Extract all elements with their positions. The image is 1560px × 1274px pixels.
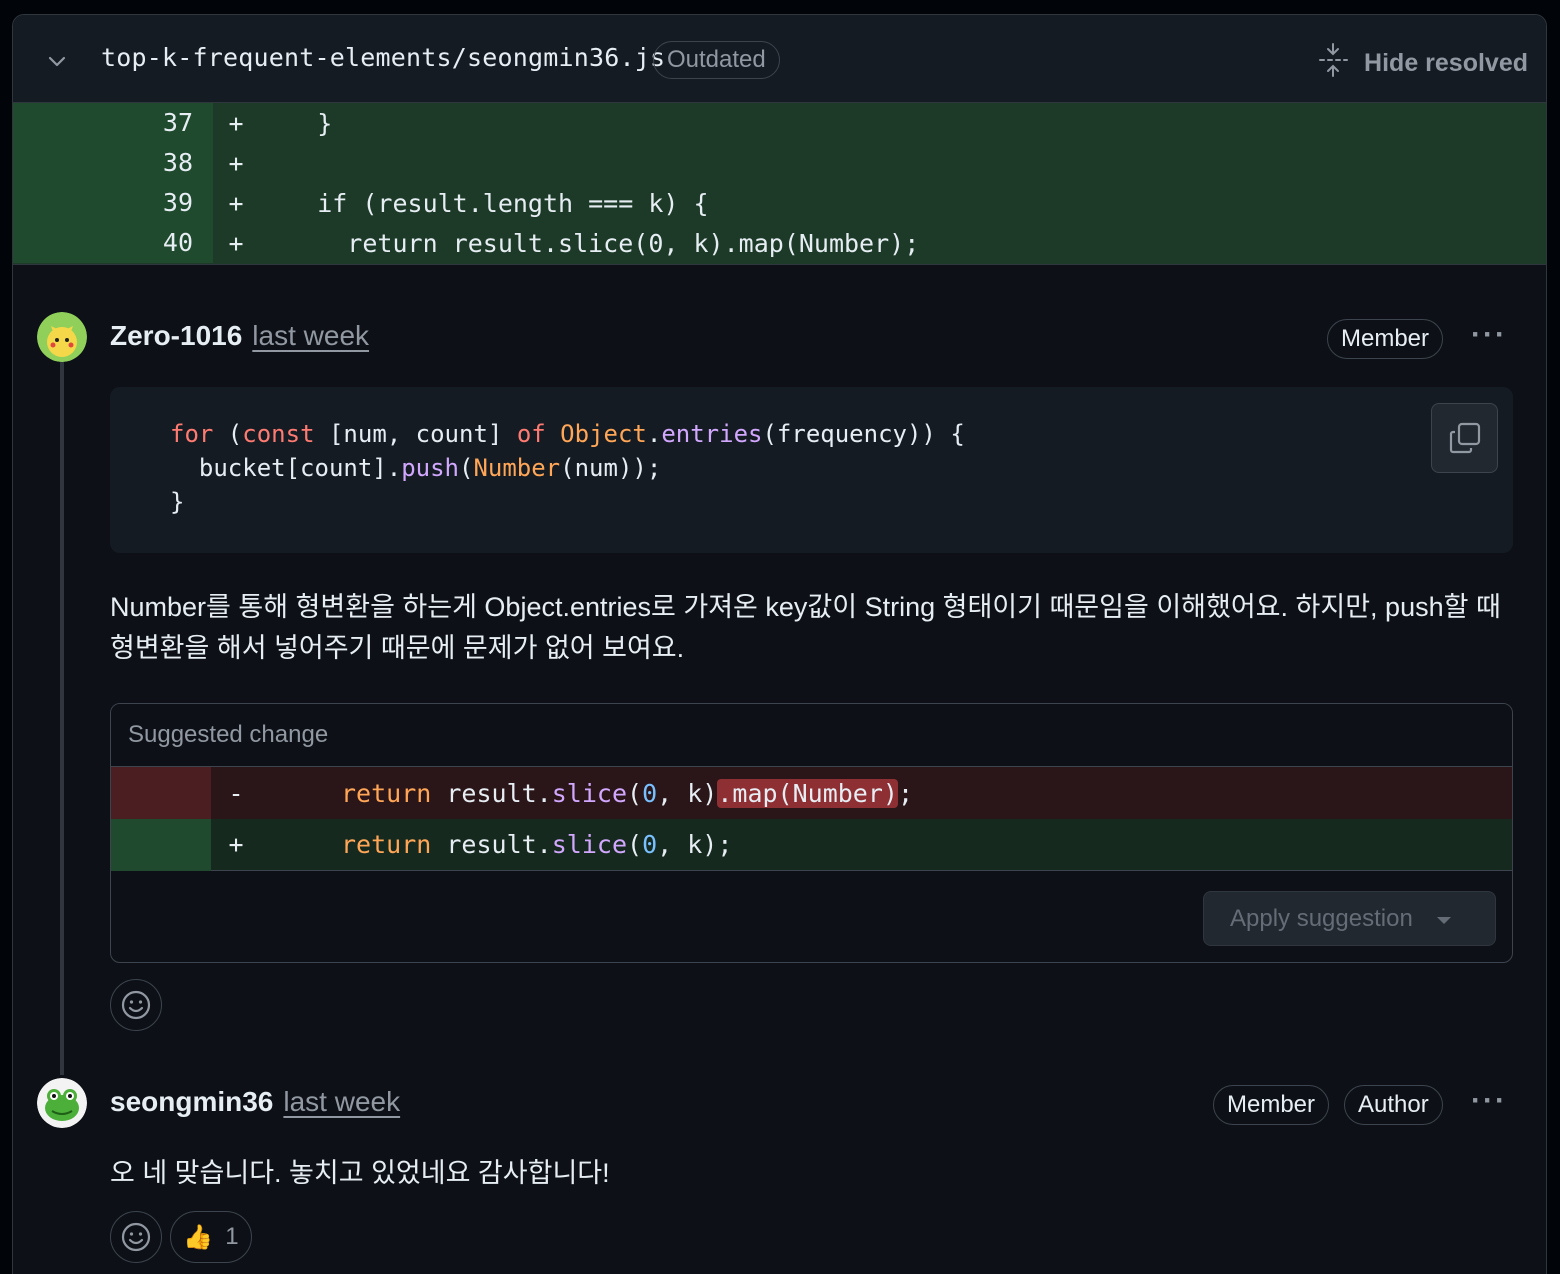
timeline-connector — [60, 345, 64, 1075]
more-options-icon[interactable]: ··· — [1471, 318, 1507, 352]
hide-resolved-label: Hide resolved — [1364, 49, 1528, 77]
diff-code: return result.slice(0, k); — [261, 830, 732, 859]
timestamp-link[interactable]: last week — [252, 320, 369, 352]
review-thread: top-k-frequent-elements/seongmin36.js Ou… — [12, 14, 1547, 1274]
keyword: return — [341, 778, 432, 808]
line-gutter — [111, 767, 211, 819]
code-text: } — [170, 488, 185, 516]
copy-icon — [1449, 422, 1480, 454]
more-options-icon[interactable]: ··· — [1471, 1084, 1507, 1118]
apply-suggestion-button[interactable]: Apply suggestion — [1203, 891, 1496, 946]
comment-header: seongmin36 last week — [110, 1086, 400, 1118]
method: push — [401, 454, 459, 482]
number: 0 — [642, 778, 658, 808]
author-name[interactable]: Zero-1016 — [110, 320, 242, 352]
keyword: return — [341, 830, 432, 859]
suggestion-deleted-line: - return result.slice(0, k).map(Number); — [111, 767, 1512, 819]
copy-button[interactable] — [1431, 403, 1498, 473]
comment-header: Zero-1016 last week — [110, 320, 369, 352]
identifier: Object — [560, 420, 647, 448]
add-reaction-button[interactable] — [110, 1211, 162, 1263]
diff-line: 37 + } — [13, 103, 1546, 143]
diff-line: 39 + if (result.length === k) { — [13, 183, 1546, 223]
thumbs-up-reaction[interactable]: 👍 1 — [170, 1211, 252, 1263]
hide-resolved-button[interactable]: Hide resolved — [1318, 43, 1528, 84]
outdated-badge: Outdated — [653, 41, 780, 79]
code-text: ( — [627, 830, 643, 859]
line-number[interactable]: 37 — [13, 103, 213, 143]
snippet-code: for (const [num, count] of Object.entrie… — [170, 417, 965, 519]
line-number[interactable]: 40 — [13, 223, 213, 263]
member-badge: Member — [1327, 319, 1444, 359]
comment-body: 오 네 맞습니다. 놓치고 있었네요 감사합니다! — [110, 1158, 610, 1188]
line-number[interactable]: 38 — [13, 143, 213, 183]
smiley-icon — [121, 1222, 151, 1252]
diff-code: } — [257, 108, 333, 138]
code-text: ( — [213, 420, 243, 448]
diff-context: 37 + } 38 + 39 + if (result.length === k… — [13, 103, 1546, 265]
suggestion-title: Suggested change — [111, 704, 1512, 767]
line-number[interactable]: 39 — [13, 183, 213, 223]
code-text: . — [646, 420, 662, 448]
file-header: top-k-frequent-elements/seongmin36.js Ou… — [13, 15, 1546, 103]
diff-code: if (result.length === k) { — [257, 188, 709, 218]
method: slice — [551, 778, 627, 808]
code-text: result. — [431, 830, 552, 859]
keyword: for — [170, 420, 214, 448]
keyword: of — [516, 420, 546, 448]
diff-code: return result.slice(0, k).map(Number); — [261, 778, 914, 808]
code-text: ( — [458, 454, 474, 482]
smiley-icon — [121, 990, 151, 1020]
add-reaction-button[interactable] — [110, 979, 162, 1031]
code-text: , k) — [657, 778, 718, 808]
removed-highlight: .map(Number) — [717, 778, 898, 808]
code-text: , k); — [657, 830, 733, 859]
author-badge: Author — [1344, 1085, 1443, 1125]
member-badge: Member — [1213, 1085, 1330, 1125]
avatar[interactable] — [37, 312, 87, 362]
reaction-count: 1 — [225, 1223, 239, 1250]
diff-sign: + — [228, 228, 244, 258]
diff-code: return result.slice(0, k).map(Number); — [257, 228, 920, 258]
diff-line: 40 + return result.slice(0, k).map(Numbe… — [13, 223, 1546, 263]
timestamp-link[interactable]: last week — [283, 1086, 400, 1118]
avatar[interactable] — [37, 1078, 87, 1128]
code-text: (num)); — [560, 454, 662, 482]
code-text: ; — [897, 778, 914, 808]
diff-sign: - — [228, 778, 244, 808]
diff-line: 38 + — [13, 143, 1546, 183]
chevron-down-icon[interactable] — [43, 47, 71, 75]
identifier: Number — [473, 454, 561, 482]
keyword: const — [242, 420, 315, 448]
suggested-change: Suggested change - return result.slice(0… — [110, 703, 1513, 963]
code-text: bucket[count]. — [170, 454, 402, 482]
caret-down-icon[interactable] — [1436, 917, 1451, 924]
diff-sign: + — [228, 148, 244, 178]
line-gutter — [111, 818, 211, 871]
code-text: (frequency)) { — [762, 420, 965, 448]
code-text: ( — [627, 778, 643, 808]
diff-sign: + — [228, 830, 244, 859]
code-snippet: for (const [num, count] of Object.entrie… — [110, 387, 1513, 553]
fold-icon — [1318, 43, 1349, 84]
number: 0 — [642, 830, 658, 859]
file-path-link[interactable]: top-k-frequent-elements/seongmin36.js — [101, 43, 665, 72]
method: entries — [661, 420, 763, 448]
thumbs-up-icon: 👍 — [183, 1223, 214, 1251]
apply-suggestion-label: Apply suggestion — [1230, 904, 1413, 932]
diff-sign: + — [228, 108, 244, 138]
code-text: [num, count] — [314, 420, 517, 448]
suggestion-added-line: + return result.slice(0, k); — [111, 818, 1512, 871]
comment-body: Number를 통해 형변환을 하는게 Object.entries로 가져온 … — [110, 592, 1501, 663]
method: slice — [551, 830, 627, 859]
code-text: result. — [431, 778, 552, 808]
diff-sign: + — [228, 188, 244, 218]
author-name[interactable]: seongmin36 — [110, 1086, 273, 1118]
